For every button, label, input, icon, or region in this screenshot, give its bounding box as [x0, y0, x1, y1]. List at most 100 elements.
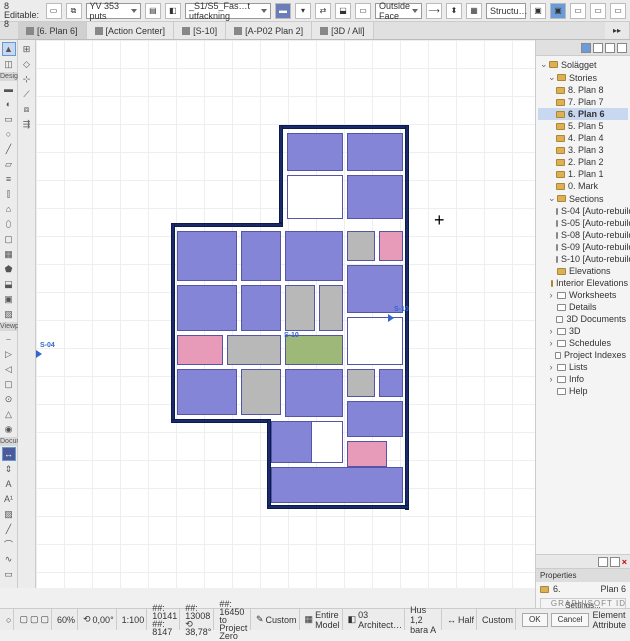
column-tool[interactable]: ○ [2, 127, 16, 141]
home-icon[interactable]: ▣ [530, 3, 546, 19]
tree-story-7[interactable]: 7. Plan 7 [538, 96, 628, 108]
slab-tool[interactable]: ▱ [2, 157, 16, 171]
change-tool[interactable]: △ [2, 407, 16, 421]
scale-value[interactable]: 1:100 [120, 609, 148, 630]
tree-sections[interactable]: ⌄Sections [538, 192, 628, 205]
tree-3d-docs[interactable]: 3D Documents [538, 313, 628, 325]
tab-overflow[interactable]: ▸▸ [605, 22, 630, 39]
line-tool[interactable]: ╱ [2, 522, 16, 536]
layer-button[interactable]: ⧉ [66, 3, 82, 19]
section-marker-left[interactable] [36, 350, 42, 358]
fav-button[interactable]: ▭ [46, 3, 62, 19]
tree-lists[interactable]: ›Lists [538, 361, 628, 373]
arc-tool[interactable]: ⌒ [2, 537, 16, 551]
railing-tool[interactable]: ⫿ [2, 187, 16, 201]
nav-layout-icon[interactable] [605, 43, 615, 53]
dimension-tool[interactable]: ↔ [2, 447, 16, 461]
circle-tool-icon[interactable]: ○ [6, 615, 11, 625]
story-icon[interactable]: ⬍ [446, 3, 462, 19]
ruler-icon[interactable]: ⟋ [20, 87, 34, 101]
sheet-icon[interactable]: ▤ [145, 3, 161, 19]
flip-icon[interactable]: ⇄ [315, 3, 331, 19]
marquee-tool[interactable]: ◫ [2, 57, 16, 71]
tab-action-center[interactable]: [Action Center] [87, 22, 175, 39]
model-icon[interactable]: ▦ [305, 614, 314, 625]
stair-tool[interactable]: ≡ [2, 172, 16, 186]
tab-plan6[interactable]: [6. Plan 6] [18, 22, 87, 39]
tree-story-2[interactable]: 2. Plan 2 [538, 156, 628, 168]
view2-icon[interactable]: ▭ [570, 3, 586, 19]
dimension-style-icon[interactable]: ↔ [447, 615, 456, 625]
nav-view-map-icon[interactable] [593, 43, 603, 53]
shell-tool[interactable]: ⬯ [2, 217, 16, 231]
arch-dropdown[interactable]: 03 Architect… [358, 610, 402, 630]
custom-dropdown[interactable]: Custom [266, 615, 297, 625]
level-dim-tool[interactable]: ⇕ [2, 462, 16, 476]
nav-project-map-icon[interactable] [581, 43, 591, 53]
drawing-tool[interactable]: ▭ [2, 567, 16, 581]
tree-worksheets[interactable]: ›Worksheets [538, 289, 628, 301]
link-icon[interactable]: ⟶ [426, 3, 442, 19]
tree-story-8[interactable]: 8. Plan 8 [538, 84, 628, 96]
tree-indexes[interactable]: Project Indexes [538, 349, 628, 361]
window-tool[interactable]: ▭ [2, 112, 16, 126]
navigator-tree[interactable]: ⌄Solägget ⌄Stories 8. Plan 8 7. Plan 7 6… [536, 56, 630, 588]
tree-story-5[interactable]: 5. Plan 5 [538, 120, 628, 132]
trace-icon[interactable]: ⧈ [20, 102, 34, 116]
floor-plan-canvas[interactable]: S-04 S-10 S-10 + [36, 40, 535, 588]
tree-details[interactable]: Details [538, 301, 628, 313]
label-tool[interactable]: A¹ [2, 492, 16, 506]
view3-icon[interactable]: ▭ [590, 3, 606, 19]
detail-tool[interactable]: ⊙ [2, 392, 16, 406]
half-dropdown[interactable]: Half [458, 615, 474, 625]
camera-tool[interactable]: ◉ [2, 422, 16, 436]
ok-button[interactable]: OK [522, 613, 548, 627]
tree-elevations[interactable]: Elevations [538, 265, 628, 277]
elevation-tool[interactable]: ▷ [2, 347, 16, 361]
polyline-tool[interactable]: ∿ [2, 552, 16, 566]
worksheet-tool[interactable]: ▢ [2, 377, 16, 391]
offset-icon[interactable]: ⇶ [20, 117, 34, 131]
palette-icon3[interactable]: ▢ [40, 614, 49, 625]
arrow-tool[interactable]: ▲ [2, 42, 16, 56]
curtain-wall-tool[interactable]: ▦ [2, 247, 16, 261]
profile-input[interactable]: YV 353 puts [86, 3, 141, 19]
tab-s10[interactable]: [S-10] [174, 22, 226, 39]
tree-schedules[interactable]: ›Schedules [538, 337, 628, 349]
tree-help[interactable]: Help [538, 385, 628, 397]
tree-story-1[interactable]: 1. Plan 1 [538, 168, 628, 180]
object-tool[interactable]: ⬓ [2, 277, 16, 291]
reference-line-icon[interactable]: ▭ [355, 3, 371, 19]
grid-icon[interactable]: ⊞ [20, 42, 34, 56]
view1-icon[interactable]: ▣ [550, 3, 566, 19]
layer-button2[interactable]: ◧ [165, 3, 181, 19]
element-attributes-link[interactable]: Element Attribute [592, 610, 626, 630]
outside-face-dropdown[interactable]: Outside Face [375, 3, 422, 19]
angle-value[interactable]: 0,00° [93, 615, 114, 625]
close-icon[interactable]: × [622, 557, 627, 567]
guide-icon[interactable]: ⊹ [20, 72, 34, 86]
section-tool[interactable]: ⎯ [2, 332, 16, 346]
snap-icon[interactable]: ◇ [20, 57, 34, 71]
palette-icon2[interactable]: ▢ [30, 614, 39, 625]
tree-3d[interactable]: ›3D [538, 325, 628, 337]
prop-dup-icon[interactable] [610, 557, 620, 567]
geometry-button[interactable]: ▬ [275, 3, 291, 19]
custom-dropdown2[interactable]: Custom [480, 609, 516, 630]
tree-section-s10[interactable]: S-10 [Auto-rebuild M [538, 253, 628, 265]
view4-icon[interactable]: ▭ [610, 3, 626, 19]
text-tool[interactable]: A [2, 477, 16, 491]
door-tool[interactable]: ◐ [2, 97, 16, 111]
beam-tool[interactable]: ╱ [2, 142, 16, 156]
zoom-level[interactable]: 60% [55, 609, 78, 630]
tree-story-0[interactable]: 0. Mark [538, 180, 628, 192]
morph-tool[interactable]: ⬟ [2, 262, 16, 276]
tree-section-s09[interactable]: S-09 [Auto-rebuild M [538, 241, 628, 253]
skylight-tool[interactable]: ▢ [2, 232, 16, 246]
structural-dropdown[interactable]: Structu… [486, 3, 526, 19]
cancel-button[interactable]: Cancel [551, 613, 590, 627]
tab-ap02[interactable]: [A-P02 Plan 2] [226, 22, 312, 39]
zone-tool[interactable]: ▣ [2, 292, 16, 306]
section-marker-right[interactable] [388, 314, 394, 322]
tree-interior-elev[interactable]: Interior Elevations [538, 277, 628, 289]
